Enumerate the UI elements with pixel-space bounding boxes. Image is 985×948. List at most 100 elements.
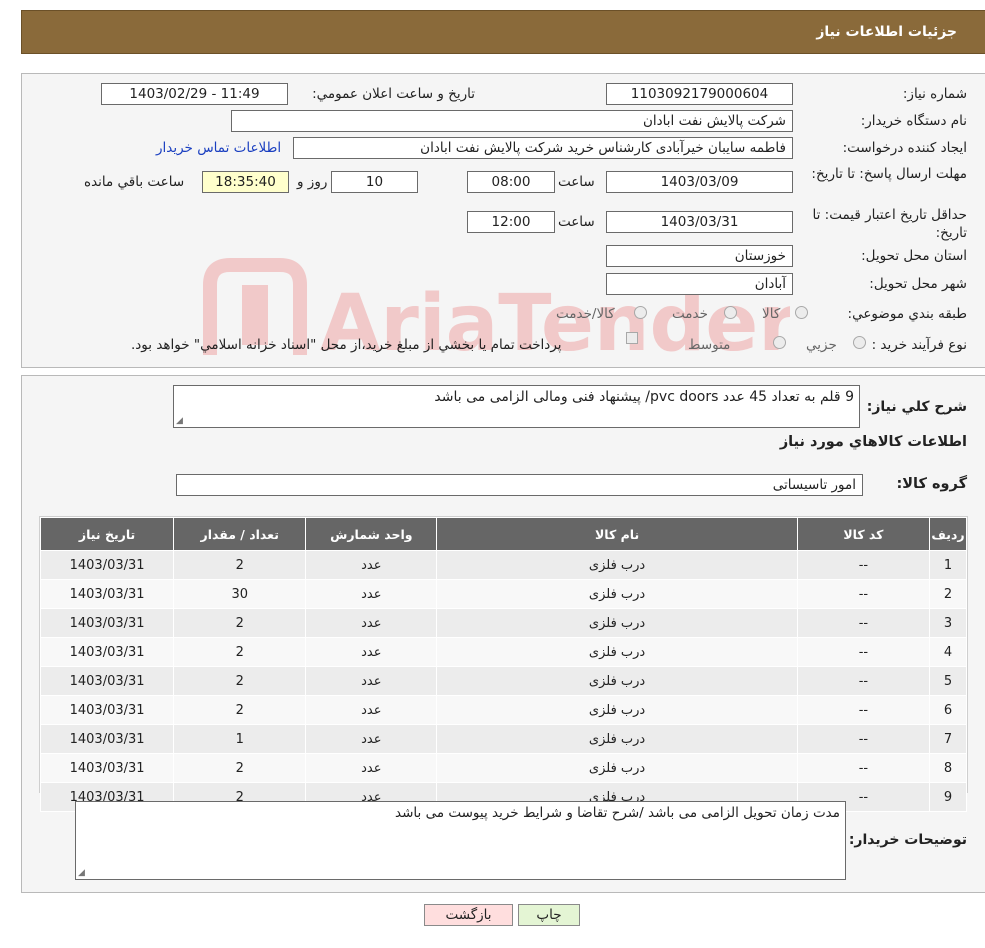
goods-section-title: اطلاعات کالاهاي مورد نياز <box>779 434 967 450</box>
back-button[interactable]: بازگشت <box>424 904 513 926</box>
cell-unit: عدد <box>305 724 438 754</box>
treasury-checkbox[interactable] <box>626 332 638 344</box>
table-row: 3 -- درب فلزی عدد 2 1403/03/31 <box>39 608 968 638</box>
page-title: جزئيات اطلاعات نياز <box>816 24 957 40</box>
goods-group-label: گروه کالا: <box>896 476 967 492</box>
cell-quantity: 2 <box>173 666 307 696</box>
cell-row-number: 8 <box>928 753 968 783</box>
cell-need-date: 1403/03/31 <box>39 550 175 580</box>
cell-row-number: 9 <box>928 782 968 812</box>
cell-quantity: 2 <box>173 637 307 667</box>
process-option-minor: جزيي <box>806 337 837 353</box>
cell-row-number: 1 <box>928 550 968 580</box>
table-row: 2 -- درب فلزی عدد 30 1403/03/31 <box>39 579 968 609</box>
header-need-date: تاريخ نياز <box>39 517 175 551</box>
table-row: 5 -- درب فلزی عدد 2 1403/03/31 <box>39 666 968 696</box>
cell-item-code: -- <box>796 550 930 580</box>
cell-unit: عدد <box>305 695 438 725</box>
page-header: جزئيات اطلاعات نياز <box>21 10 985 54</box>
table-header-row: رديف کد کالا نام کالا واحد شمارش تعداد /… <box>39 517 968 551</box>
days-label: روز و <box>297 174 328 190</box>
process-radio-minor[interactable] <box>853 336 866 349</box>
cell-quantity: 2 <box>173 608 307 638</box>
cell-row-number: 5 <box>928 666 968 696</box>
cell-unit: عدد <box>305 637 438 667</box>
announce-field: 1403/02/29 - 11:49 <box>101 83 288 105</box>
cell-row-number: 7 <box>928 724 968 754</box>
cell-need-date: 1403/03/31 <box>39 724 175 754</box>
buyer-org-label: نام دستگاه خريدار: <box>860 113 967 129</box>
process-label: نوع فرآيند خريد : <box>871 337 967 353</box>
cell-item-name: درب فلزی <box>436 695 798 725</box>
header-item-name: نام کالا <box>436 517 798 551</box>
table-row: 1 -- درب فلزی عدد 2 1403/03/31 <box>39 550 968 580</box>
cell-item-code: -- <box>796 753 930 783</box>
deadline-time-label: ساعت <box>558 174 595 190</box>
cell-item-code: -- <box>796 579 930 609</box>
process-radio-medium[interactable] <box>773 336 786 349</box>
goods-group-field: امور تاسیساتی <box>176 474 863 496</box>
header-quantity: تعداد / مقدار <box>173 517 307 551</box>
remaining-time-field: 18:35:40 <box>202 171 289 193</box>
category-option-goods: کالا <box>762 306 781 322</box>
resize-handle-icon[interactable]: ◢ <box>176 416 183 426</box>
cell-item-name: درب فلزی <box>436 753 798 783</box>
cell-quantity: 1 <box>173 724 307 754</box>
header-item-code: کد کالا <box>796 517 930 551</box>
cell-need-date: 1403/03/31 <box>39 695 175 725</box>
need-number-label: شماره نياز: <box>902 86 967 102</box>
resize-handle-icon[interactable]: ◢ <box>78 868 85 878</box>
category-radio-goods[interactable] <box>795 306 808 319</box>
province-field: خوزستان <box>606 245 793 267</box>
table-row: 6 -- درب فلزی عدد 2 1403/03/31 <box>39 695 968 725</box>
cell-item-name: درب فلزی <box>436 550 798 580</box>
remaining-label: ساعت باقي مانده <box>84 174 185 190</box>
province-label: استان محل تحويل: <box>861 248 967 264</box>
buyer-contact-link[interactable]: اطلاعات تماس خريدار <box>156 140 281 156</box>
cell-need-date: 1403/03/31 <box>39 666 175 696</box>
validity-date-field: 1403/03/31 <box>606 211 793 233</box>
table-row: 8 -- درب فلزی عدد 2 1403/03/31 <box>39 753 968 783</box>
table-row: 7 -- درب فلزی عدد 1 1403/03/31 <box>39 724 968 754</box>
validity-label: حداقل تاريخ اعتبار قيمت: تا تاريخ: <box>812 207 967 241</box>
announce-label: تاريخ و ساعت اعلان عمومي: <box>312 86 475 102</box>
cell-unit: عدد <box>305 753 438 783</box>
cell-row-number: 2 <box>928 579 968 609</box>
cell-row-number: 3 <box>928 608 968 638</box>
cell-item-code: -- <box>796 666 930 696</box>
cell-quantity: 2 <box>173 550 307 580</box>
table-row: 4 -- درب فلزی عدد 2 1403/03/31 <box>39 637 968 667</box>
category-radio-service[interactable] <box>724 306 737 319</box>
cell-item-code: -- <box>796 695 930 725</box>
category-option-service: خدمت <box>672 306 708 322</box>
city-field: آبادان <box>606 273 793 295</box>
cell-item-name: درب فلزی <box>436 724 798 754</box>
validity-time-field: 12:00 <box>467 211 555 233</box>
cell-item-name: درب فلزی <box>436 608 798 638</box>
days-field: 10 <box>331 171 418 193</box>
buyer-org-field: شرکت پالايش نفت ابادان <box>231 110 793 132</box>
cell-quantity: 2 <box>173 753 307 783</box>
deadline-label: مهلت ارسال پاسخ: تا تاريخ: <box>811 166 967 182</box>
description-textarea[interactable]: 9 قلم به تعداد 45 عدد pvc doors/ پیشنهاد… <box>173 385 860 428</box>
cell-unit: عدد <box>305 608 438 638</box>
cell-unit: عدد <box>305 579 438 609</box>
cell-quantity: 2 <box>173 695 307 725</box>
buyer-notes-text: مدت زمان تحویل الزامی می باشد /شرح تقاضا… <box>395 805 840 821</box>
cell-need-date: 1403/03/31 <box>39 637 175 667</box>
header-row-number: رديف <box>928 517 968 551</box>
buyer-notes-textarea[interactable]: مدت زمان تحویل الزامی می باشد /شرح تقاضا… <box>75 801 846 880</box>
category-radio-goods-service[interactable] <box>634 306 647 319</box>
items-table: رديف کد کالا نام کالا واحد شمارش تعداد /… <box>39 517 968 812</box>
header-unit: واحد شمارش <box>305 517 438 551</box>
process-option-medium: متوسط <box>688 337 731 353</box>
description-text: 9 قلم به تعداد 45 عدد pvc doors/ پیشنهاد… <box>434 389 854 405</box>
cell-item-name: درب فلزی <box>436 666 798 696</box>
cell-item-code: -- <box>796 608 930 638</box>
cell-unit: عدد <box>305 666 438 696</box>
creator-field: فاطمه سایبان خیرآبادی کارشناس خرید شرکت … <box>293 137 793 159</box>
process-note: پرداخت تمام يا بخشي از مبلغ خريد،از محل … <box>131 337 562 353</box>
print-button[interactable]: چاپ <box>518 904 580 926</box>
cell-need-date: 1403/03/31 <box>39 579 175 609</box>
deadline-date-field: 1403/03/09 <box>606 171 793 193</box>
